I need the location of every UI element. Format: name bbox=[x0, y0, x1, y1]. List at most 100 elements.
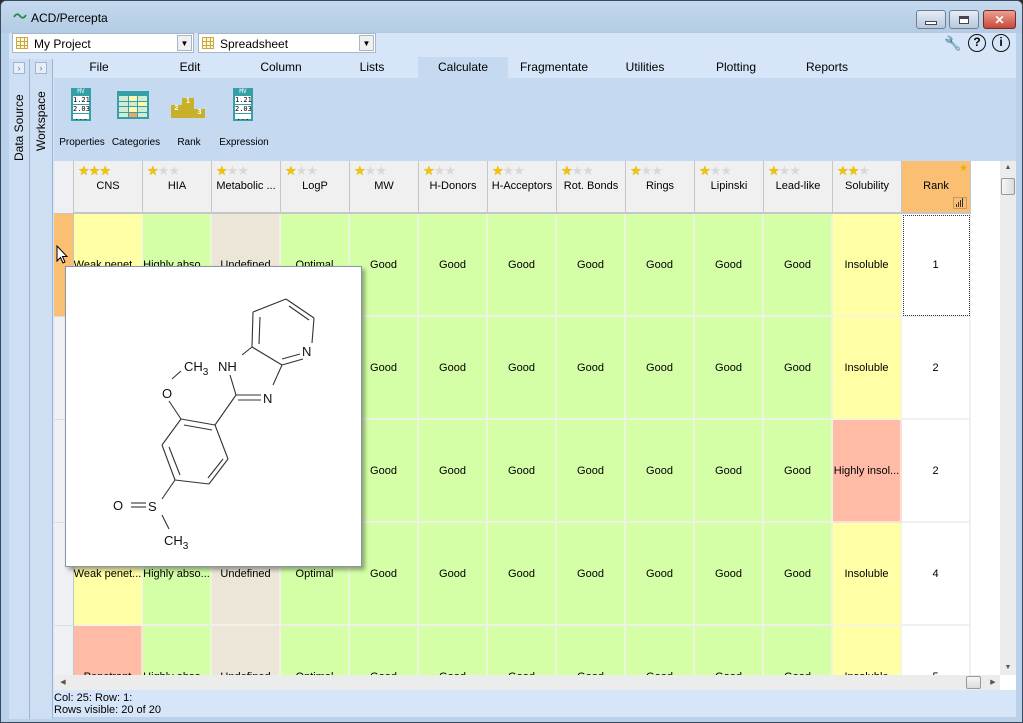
workspace-label[interactable]: Workspace bbox=[34, 79, 48, 151]
properties-button[interactable]: MV 1.21 2.03 ... Properties bbox=[52, 86, 112, 156]
help-icon[interactable]: ? bbox=[968, 34, 986, 52]
column-header-metabolic[interactable]: ★★★ Metabolic ... bbox=[212, 161, 281, 214]
star-filled-icon[interactable]: ★ bbox=[354, 163, 366, 178]
importance-stars[interactable]: ★★★ bbox=[285, 163, 318, 178]
column-header-rank[interactable]: ★ Rank bbox=[902, 161, 971, 214]
column-header-logp[interactable]: ★★★ LogP bbox=[281, 161, 350, 214]
corner-cell[interactable] bbox=[54, 161, 74, 214]
table-cell[interactable]: 5 bbox=[902, 626, 971, 675]
importance-stars[interactable]: ★★★ bbox=[78, 163, 111, 178]
menu-lists[interactable]: Lists bbox=[327, 57, 417, 78]
table-cell[interactable]: Good bbox=[626, 317, 695, 420]
vertical-scrollbar[interactable]: ▲ ▼ bbox=[1000, 161, 1016, 675]
menu-file[interactable]: File bbox=[54, 57, 144, 78]
row-header[interactable] bbox=[54, 626, 74, 675]
menu-plotting[interactable]: Plotting bbox=[691, 57, 781, 78]
table-cell[interactable]: Good bbox=[419, 523, 488, 626]
importance-stars[interactable]: ★★★ bbox=[561, 163, 594, 178]
star-empty-icon[interactable]: ★ bbox=[434, 163, 446, 178]
importance-stars[interactable]: ★★★ bbox=[147, 163, 180, 178]
column-header-h-acceptors[interactable]: ★★★ H-Acceptors bbox=[488, 161, 557, 214]
column-header-lipinski[interactable]: ★★★ Lipinski bbox=[695, 161, 764, 214]
star-filled-icon[interactable]: ★ bbox=[699, 163, 711, 178]
star-filled-icon[interactable]: ★ bbox=[285, 163, 297, 178]
settings-wrench-icon[interactable]: 🔧 bbox=[944, 34, 962, 52]
importance-stars[interactable]: ★★★ bbox=[630, 163, 663, 178]
scroll-down-icon[interactable]: ▼ bbox=[1000, 661, 1016, 675]
star-empty-icon[interactable]: ★ bbox=[158, 163, 170, 178]
rank-button[interactable]: 2 1 3 Rank bbox=[159, 86, 219, 156]
table-cell[interactable]: Insoluble bbox=[833, 214, 902, 317]
table-cell[interactable]: Good bbox=[626, 214, 695, 317]
table-cell[interactable]: Good bbox=[764, 317, 833, 420]
table-cell[interactable]: Good bbox=[695, 626, 764, 675]
star-empty-icon[interactable]: ★ bbox=[168, 163, 180, 178]
star-empty-icon[interactable]: ★ bbox=[227, 163, 239, 178]
table-cell[interactable]: 2 bbox=[902, 317, 971, 420]
view-combo[interactable]: Spreadsheet ▼ bbox=[198, 33, 376, 53]
table-cell[interactable]: Good bbox=[488, 523, 557, 626]
star-filled-icon[interactable]: ★ bbox=[216, 163, 228, 178]
star-empty-icon[interactable]: ★ bbox=[789, 163, 801, 178]
column-header-rings[interactable]: ★★★ Rings bbox=[626, 161, 695, 214]
star-empty-icon[interactable]: ★ bbox=[365, 163, 377, 178]
star-empty-icon[interactable]: ★ bbox=[513, 163, 525, 178]
chevron-down-icon[interactable]: ▼ bbox=[359, 35, 374, 51]
table-cell[interactable]: Good bbox=[557, 420, 626, 523]
star-empty-icon[interactable]: ★ bbox=[582, 163, 594, 178]
table-cell[interactable]: Undefined bbox=[212, 626, 281, 675]
table-cell[interactable]: Good bbox=[488, 214, 557, 317]
table-cell[interactable]: Good bbox=[695, 523, 764, 626]
table-cell[interactable]: Optimal bbox=[281, 626, 350, 675]
table-cell[interactable]: Good bbox=[488, 420, 557, 523]
table-cell[interactable]: 1 bbox=[902, 214, 971, 317]
menu-calculate[interactable]: Calculate bbox=[418, 57, 508, 78]
vertical-scroll-thumb[interactable] bbox=[1001, 178, 1015, 195]
star-filled-icon[interactable]: ★ bbox=[89, 163, 101, 178]
importance-stars[interactable]: ★★★ bbox=[837, 163, 870, 178]
table-cell[interactable]: Highly insol... bbox=[833, 420, 902, 523]
column-header-h-donors[interactable]: ★★★ H-Donors bbox=[419, 161, 488, 214]
table-cell[interactable]: Good bbox=[488, 626, 557, 675]
star-empty-icon[interactable]: ★ bbox=[306, 163, 318, 178]
data-source-panel[interactable]: › Data Source bbox=[9, 59, 30, 719]
table-cell[interactable]: Good bbox=[695, 214, 764, 317]
scroll-up-icon[interactable]: ▲ bbox=[1000, 161, 1016, 175]
table-cell[interactable]: Penetrant bbox=[74, 626, 143, 675]
scroll-left-icon[interactable]: ◀ bbox=[56, 675, 70, 690]
menu-utilities[interactable]: Utilities bbox=[600, 57, 690, 78]
table-cell[interactable]: Good bbox=[764, 420, 833, 523]
column-header-rot-bonds[interactable]: ★★★ Rot. Bonds bbox=[557, 161, 626, 214]
star-filled-icon[interactable]: ★ bbox=[630, 163, 642, 178]
star-empty-icon[interactable]: ★ bbox=[503, 163, 515, 178]
star-filled-icon[interactable]: ★ bbox=[99, 163, 111, 178]
star-empty-icon[interactable]: ★ bbox=[296, 163, 308, 178]
table-cell[interactable]: Good bbox=[557, 317, 626, 420]
menu-edit[interactable]: Edit bbox=[145, 57, 235, 78]
column-header-mw[interactable]: ★★★ MW bbox=[350, 161, 419, 214]
data-source-label[interactable]: Data Source bbox=[12, 79, 26, 161]
column-header-cns[interactable]: ★★★ CNS bbox=[74, 161, 143, 214]
column-header-lead-like[interactable]: ★★★ Lead-like bbox=[764, 161, 833, 214]
close-button[interactable]: ✕ bbox=[983, 10, 1016, 29]
categories-button[interactable]: Categories bbox=[106, 86, 166, 156]
table-cell[interactable]: Good bbox=[557, 523, 626, 626]
table-cell[interactable]: Insoluble bbox=[833, 523, 902, 626]
table-cell[interactable]: Good bbox=[419, 420, 488, 523]
column-header-hia[interactable]: ★★★ HIA bbox=[143, 161, 212, 214]
star-empty-icon[interactable]: ★ bbox=[375, 163, 387, 178]
table-cell[interactable]: Good bbox=[557, 214, 626, 317]
table-cell[interactable]: Good bbox=[488, 317, 557, 420]
importance-stars[interactable]: ★★★ bbox=[492, 163, 525, 178]
importance-stars[interactable]: ★★★ bbox=[216, 163, 249, 178]
scroll-right-icon[interactable]: ▶ bbox=[986, 675, 1000, 690]
star-empty-icon[interactable]: ★ bbox=[572, 163, 584, 178]
table-cell[interactable]: Good bbox=[764, 626, 833, 675]
table-cell[interactable]: Good bbox=[626, 626, 695, 675]
star-filled-icon[interactable]: ★ bbox=[78, 163, 90, 178]
importance-stars[interactable]: ★★★ bbox=[423, 163, 456, 178]
menu-fragmentate[interactable]: Fragmentate bbox=[509, 57, 599, 78]
table-cell[interactable]: Good bbox=[419, 317, 488, 420]
star-filled-icon[interactable]: ★ bbox=[848, 163, 860, 178]
expression-button[interactable]: MV 1.21 2.03 ... Expression bbox=[214, 86, 274, 156]
